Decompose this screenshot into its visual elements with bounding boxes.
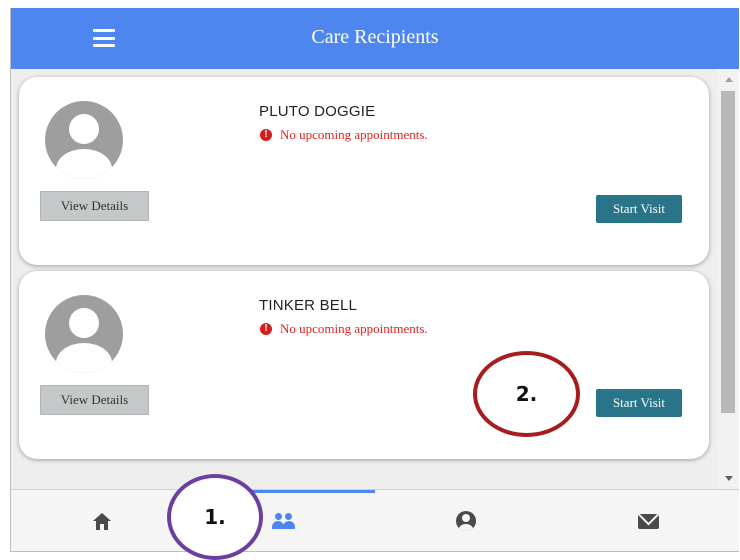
app-bar: Care Recipients [11, 8, 739, 69]
start-visit-button[interactable]: Start Visit [596, 389, 682, 417]
appointment-status: ! No upcoming appointments. [260, 127, 428, 143]
tab-account[interactable] [375, 490, 557, 551]
app-frame: Care Recipients View Details PLUTO DOGGI… [10, 8, 739, 552]
home-icon [93, 512, 111, 530]
tab-messages[interactable] [557, 490, 739, 551]
avatar-placeholder-icon [45, 295, 123, 373]
exclamation-circle-icon: ! [260, 323, 272, 335]
appointment-status-text: No upcoming appointments. [280, 127, 428, 142]
mail-icon [637, 513, 659, 529]
bottom-navigation [11, 489, 739, 551]
avatar-placeholder-icon [45, 101, 123, 179]
view-details-button[interactable]: View Details [40, 385, 149, 415]
annotation-callout-2: 2. [473, 351, 580, 437]
vertical-scrollbar[interactable] [717, 69, 739, 489]
people-icon [272, 513, 296, 529]
appointment-status-text: No upcoming appointments. [280, 321, 428, 336]
recipient-card: View Details TINKER BELL ! No upcoming a… [19, 271, 709, 459]
appointment-status: ! No upcoming appointments. [260, 321, 428, 337]
scroll-up-arrow-icon[interactable] [725, 77, 733, 82]
start-visit-button[interactable]: Start Visit [596, 195, 682, 223]
view-details-button[interactable]: View Details [40, 191, 149, 221]
exclamation-circle-icon: ! [260, 129, 272, 141]
recipient-name: PLUTO DOGGIE [259, 103, 376, 120]
annotation-callout-1: 1. [167, 474, 263, 560]
scroll-down-arrow-icon[interactable] [725, 476, 733, 481]
recipient-list: View Details PLUTO DOGGIE ! No upcoming … [11, 69, 717, 489]
scrollbar-thumb[interactable] [721, 91, 735, 413]
page-title: Care Recipients [311, 26, 439, 48]
recipient-name: TINKER BELL [259, 297, 358, 314]
recipient-card: View Details PLUTO DOGGIE ! No upcoming … [19, 77, 709, 265]
tab-home[interactable] [11, 490, 193, 551]
account-circle-icon [456, 511, 476, 531]
